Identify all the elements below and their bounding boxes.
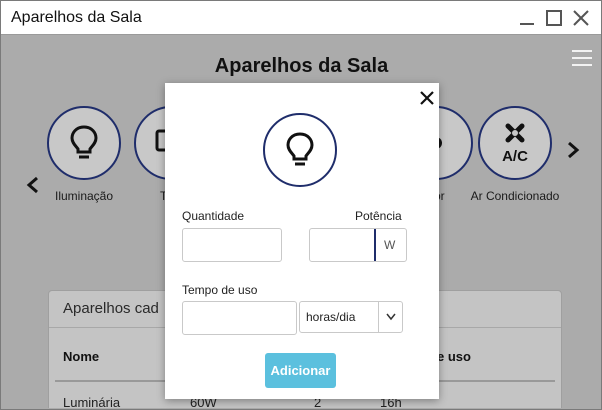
- minimize-icon: [520, 23, 534, 25]
- adicionar-button[interactable]: Adicionar: [265, 353, 336, 388]
- potencia-unit: W: [384, 238, 396, 252]
- carousel-next-button[interactable]: [565, 140, 581, 160]
- close-icon: [573, 10, 589, 26]
- add-device-modal: Quantidade Potência W Tempo de uso horas…: [165, 83, 439, 399]
- hamburger-icon: [572, 50, 592, 52]
- potencia-label: Potência: [355, 209, 402, 223]
- app-window: Aparelhos da Sala Aparelhos da Sala Ilum…: [0, 0, 602, 410]
- tempo-unit-value: horas/dia: [306, 310, 356, 324]
- device-icon-circle: A/C: [478, 106, 552, 180]
- quantidade-input[interactable]: [182, 228, 282, 262]
- tempo-label: Tempo de uso: [182, 283, 258, 297]
- chevron-right-icon: [568, 141, 580, 159]
- device-iluminacao[interactable]: Iluminação: [38, 106, 130, 203]
- close-icon: [420, 91, 434, 105]
- window-title: Aparelhos da Sala: [11, 9, 142, 26]
- chevron-down-icon: [386, 313, 396, 321]
- modal-device-icon: [263, 113, 337, 187]
- tempo-input[interactable]: [182, 301, 297, 335]
- lightbulb-icon: [286, 132, 314, 166]
- column-header-tempo: e uso: [437, 349, 471, 364]
- maximize-button[interactable]: [544, 8, 564, 28]
- device-icon-circle: [47, 106, 121, 180]
- device-label: Iluminação: [54, 189, 114, 203]
- potencia-input-group: W: [309, 228, 407, 262]
- minimize-button[interactable]: [517, 8, 537, 28]
- cell-nome: Luminária: [63, 395, 121, 408]
- page-title: Aparelhos da Sala: [214, 55, 389, 77]
- device-label: Ar Condicionado: [470, 189, 560, 203]
- maximize-icon: [546, 10, 562, 26]
- title-bar: Aparelhos da Sala: [1, 1, 601, 35]
- potencia-input[interactable]: [310, 229, 376, 261]
- window-close-button[interactable]: [571, 8, 591, 28]
- lightbulb-icon: [70, 125, 98, 159]
- svg-text:A/C: A/C: [502, 148, 528, 165]
- air-conditioner-icon: A/C: [502, 123, 528, 165]
- hamburger-line: [572, 64, 592, 66]
- menu-button[interactable]: [572, 50, 592, 68]
- tempo-unit-select[interactable]: horas/dia: [299, 301, 403, 333]
- device-ar-condicionado[interactable]: A/C Ar Condicionado: [469, 106, 561, 203]
- column-header-nome: Nome: [63, 349, 100, 364]
- select-toggle: [378, 302, 402, 332]
- hamburger-line: [572, 57, 592, 59]
- quantidade-label: Quantidade: [182, 209, 245, 223]
- modal-close-button[interactable]: [418, 89, 436, 107]
